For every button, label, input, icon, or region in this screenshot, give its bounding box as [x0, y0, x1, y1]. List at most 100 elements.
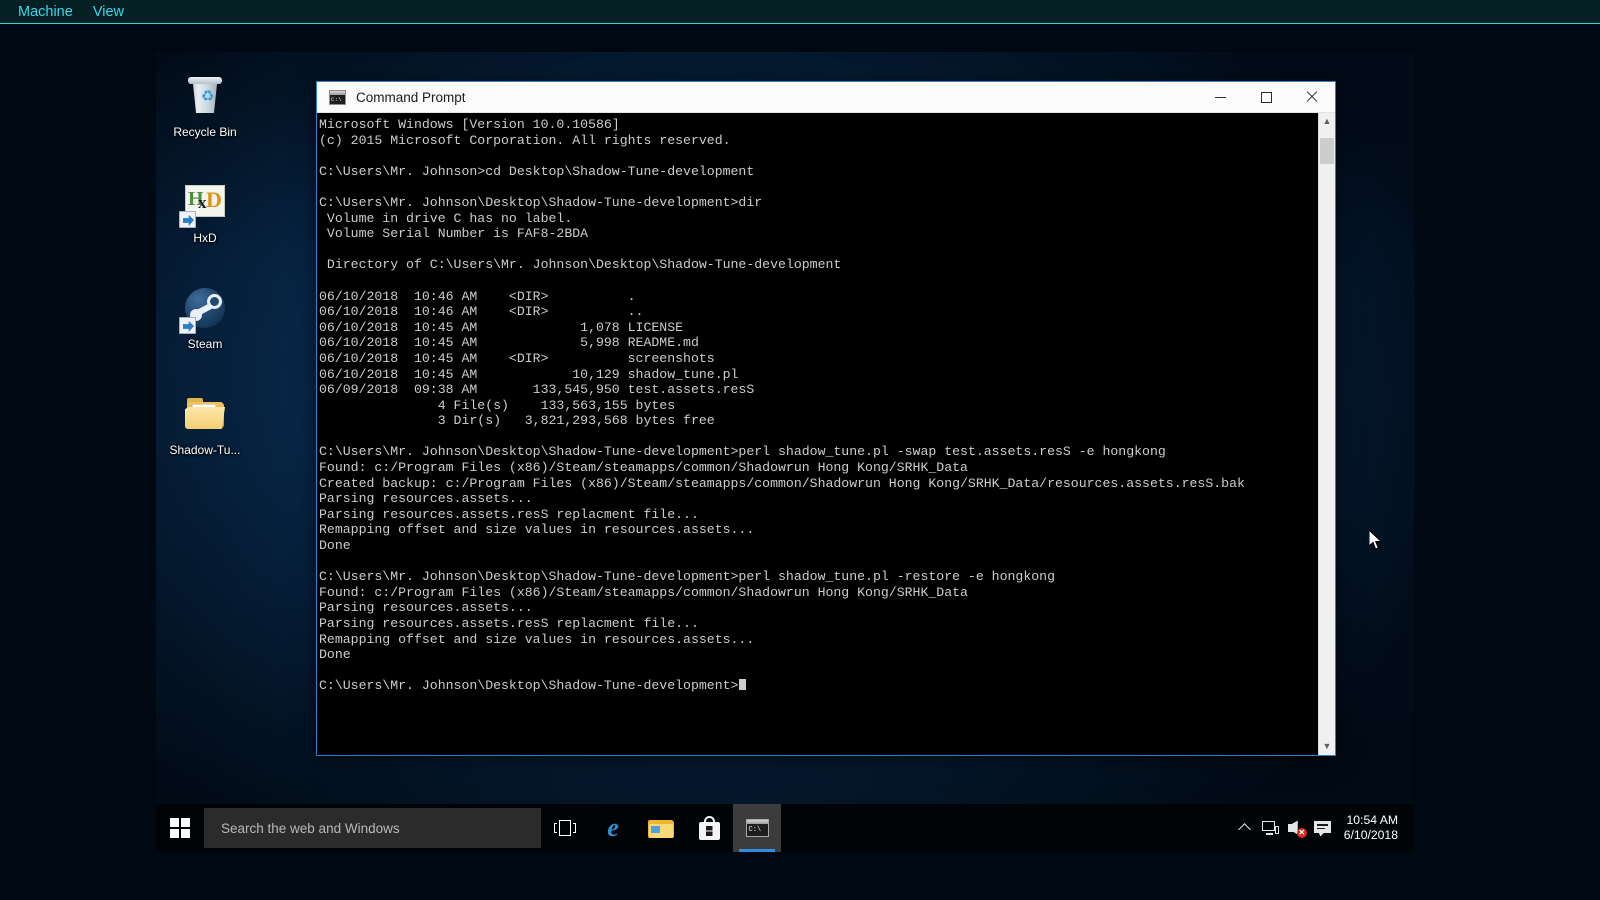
console-line: 06/10/2018 10:45 AM 1,078 LICENSE	[319, 319, 684, 335]
chevron-down-icon: ▼	[1322, 741, 1332, 751]
console-line: Parsing resources.assets...	[319, 491, 533, 507]
shortcut-arrow-icon	[179, 317, 196, 334]
console-line: 4 File(s) 133,563,155 bytes	[319, 397, 676, 413]
chevron-up-icon	[1238, 823, 1252, 836]
scrollbar-track[interactable]	[1319, 130, 1335, 738]
close-icon	[1306, 91, 1318, 103]
search-placeholder: Search the web and Windows	[221, 820, 400, 836]
steam-icon	[179, 284, 229, 334]
clock[interactable]: 10:54 AM 6/10/2018	[1336, 804, 1410, 852]
action-center-icon	[1314, 820, 1332, 837]
edge-icon: e	[607, 813, 619, 842]
volume-muted-icon: ✕	[1287, 820, 1307, 838]
console-line: Found: c:/Program Files (x86)/Steam/stea…	[319, 460, 968, 476]
minimize-button[interactable]	[1197, 82, 1243, 113]
file-explorer-icon	[648, 818, 674, 839]
desktop-icon-recycle-bin[interactable]: ♻ Recycle Bin	[162, 72, 248, 139]
task-view-icon	[554, 820, 576, 836]
hxd-icon: DHx	[179, 178, 229, 228]
guest-screen: ♻ Recycle Bin DHx HxD Steam Shadow-Tu...…	[156, 52, 1414, 852]
edge-button[interactable]: e	[589, 804, 637, 852]
console-line: 06/10/2018 10:45 AM 10,129 shadow_tune.p…	[319, 366, 739, 382]
menu-item-machine[interactable]: Machine	[10, 2, 81, 22]
console-cursor	[739, 679, 747, 691]
desktop-icon-hxd[interactable]: DHx HxD	[162, 178, 248, 245]
console-line: Done	[319, 538, 351, 554]
store-button[interactable]	[685, 804, 733, 852]
recycle-bin-icon: ♻	[181, 72, 229, 120]
console-line: 06/10/2018 10:46 AM <DIR> ..	[319, 304, 644, 320]
console-line: Parsing resources.assets.resS replacment…	[319, 616, 699, 631]
system-tray: ✕ 10:54 AM 6/10/2018	[1232, 804, 1414, 852]
close-button[interactable]	[1289, 82, 1335, 113]
console-line: Parsing resources.assets.resS replacment…	[319, 506, 699, 522]
command-prompt-taskbar-icon-text: C:\	[748, 826, 762, 834]
chevron-up-icon: ▲	[1322, 116, 1332, 126]
file-explorer-button[interactable]	[637, 804, 685, 852]
console-line: 3 Dir(s) 3,821,293,568 bytes free	[319, 413, 715, 429]
maximize-icon	[1260, 91, 1272, 103]
command-prompt-icon: C:\	[329, 89, 346, 105]
volume-button[interactable]: ✕	[1284, 804, 1310, 852]
virtualbox-menubar: Machine View	[0, 0, 1600, 24]
task-view-button[interactable]	[541, 804, 589, 852]
console-line: C:\Users\Mr. Johnson\Desktop\Shadow-Tune…	[319, 194, 763, 210]
menu-item-view[interactable]: View	[85, 2, 132, 22]
console-line: Directory of C:\Users\Mr. Johnson\Deskto…	[319, 257, 842, 273]
console-line: Done	[319, 647, 351, 663]
desktop-icon-label: HxD	[193, 231, 217, 245]
console-line: 06/10/2018 10:45 AM <DIR> screenshots	[319, 350, 715, 366]
search-input[interactable]: Search the web and Windows	[204, 808, 541, 848]
console-line: 06/09/2018 09:38 AM 133,545,950 test.ass…	[319, 382, 755, 398]
virtualbox-window: Machine View ♻ Recycle Bin DHx HxD Steam…	[0, 0, 1600, 900]
console-line: C:\Users\Mr. Johnson\Desktop\Shadow-Tune…	[319, 444, 1166, 460]
start-button[interactable]	[156, 804, 204, 852]
scrollbar-thumb[interactable]	[1320, 138, 1334, 164]
desktop-icon-label: Recycle Bin	[173, 125, 237, 139]
console-line: Remapping offset and size values in reso…	[319, 522, 755, 538]
command-prompt-taskbar-icon: C:\	[745, 819, 769, 837]
clock-date: 6/10/2018	[1343, 828, 1398, 842]
command-prompt-icon-text: C:\	[331, 95, 342, 103]
console-line: 06/10/2018 10:46 AM <DIR> .	[319, 288, 636, 304]
desktop-icon-label: Shadow-Tu...	[169, 443, 241, 457]
windows-logo-icon	[170, 818, 190, 838]
command-prompt-taskbar-button[interactable]: C:\	[733, 804, 781, 852]
shortcut-arrow-icon	[179, 211, 196, 228]
desktop-icon-steam[interactable]: Steam	[162, 284, 248, 351]
scrollbar-up-button[interactable]: ▲	[1319, 113, 1335, 130]
console-line: Created backup: c:/Program Files (x86)/S…	[319, 475, 1245, 491]
console-line: Microsoft Windows [Version 10.0.10586]	[319, 117, 620, 132]
console-line: Found: c:/Program Files (x86)/Steam/stea…	[319, 584, 968, 600]
console-output[interactable]: Microsoft Windows [Version 10.0.10586] (c…	[317, 113, 1318, 755]
console-body: Microsoft Windows [Version 10.0.10586] (c…	[317, 113, 1335, 755]
console-line: Volume in drive C has no label.	[319, 210, 573, 226]
console-prompt-text: C:\Users\Mr. Johnson\Desktop\Shadow-Tune…	[319, 678, 739, 694]
minimize-icon	[1214, 96, 1226, 98]
console-prompt-line: C:\Users\Mr. Johnson\Desktop\Shadow-Tune…	[319, 678, 1318, 694]
console-line: Parsing resources.assets...	[319, 600, 533, 616]
console-line: (c) 2015 Microsoft Corporation. All righ…	[319, 132, 731, 148]
console-line: C:\Users\Mr. Johnson>cd Desktop\Shadow-T…	[319, 163, 755, 179]
show-hidden-icons-button[interactable]	[1232, 804, 1258, 852]
desktop-icon-shadow-tune-folder[interactable]: Shadow-Tu...	[162, 390, 248, 457]
window-titlebar[interactable]: C:\ Command Prompt	[317, 82, 1335, 113]
taskbar: Search the web and Windows e C:\ ✕ 10:54…	[156, 804, 1414, 852]
network-icon	[1262, 821, 1280, 835]
store-icon	[698, 816, 720, 840]
maximize-button[interactable]	[1243, 82, 1289, 113]
console-scrollbar[interactable]: ▲ ▼	[1318, 113, 1335, 755]
desktop-icon-label: Steam	[187, 337, 223, 351]
clock-time: 10:54 AM	[1346, 813, 1399, 827]
scrollbar-down-button[interactable]: ▼	[1319, 738, 1335, 755]
command-prompt-window[interactable]: C:\ Command Prompt Microsoft Windows [Ve…	[316, 81, 1336, 756]
action-center-button[interactable]	[1310, 804, 1336, 852]
network-icon-button[interactable]	[1258, 804, 1284, 852]
